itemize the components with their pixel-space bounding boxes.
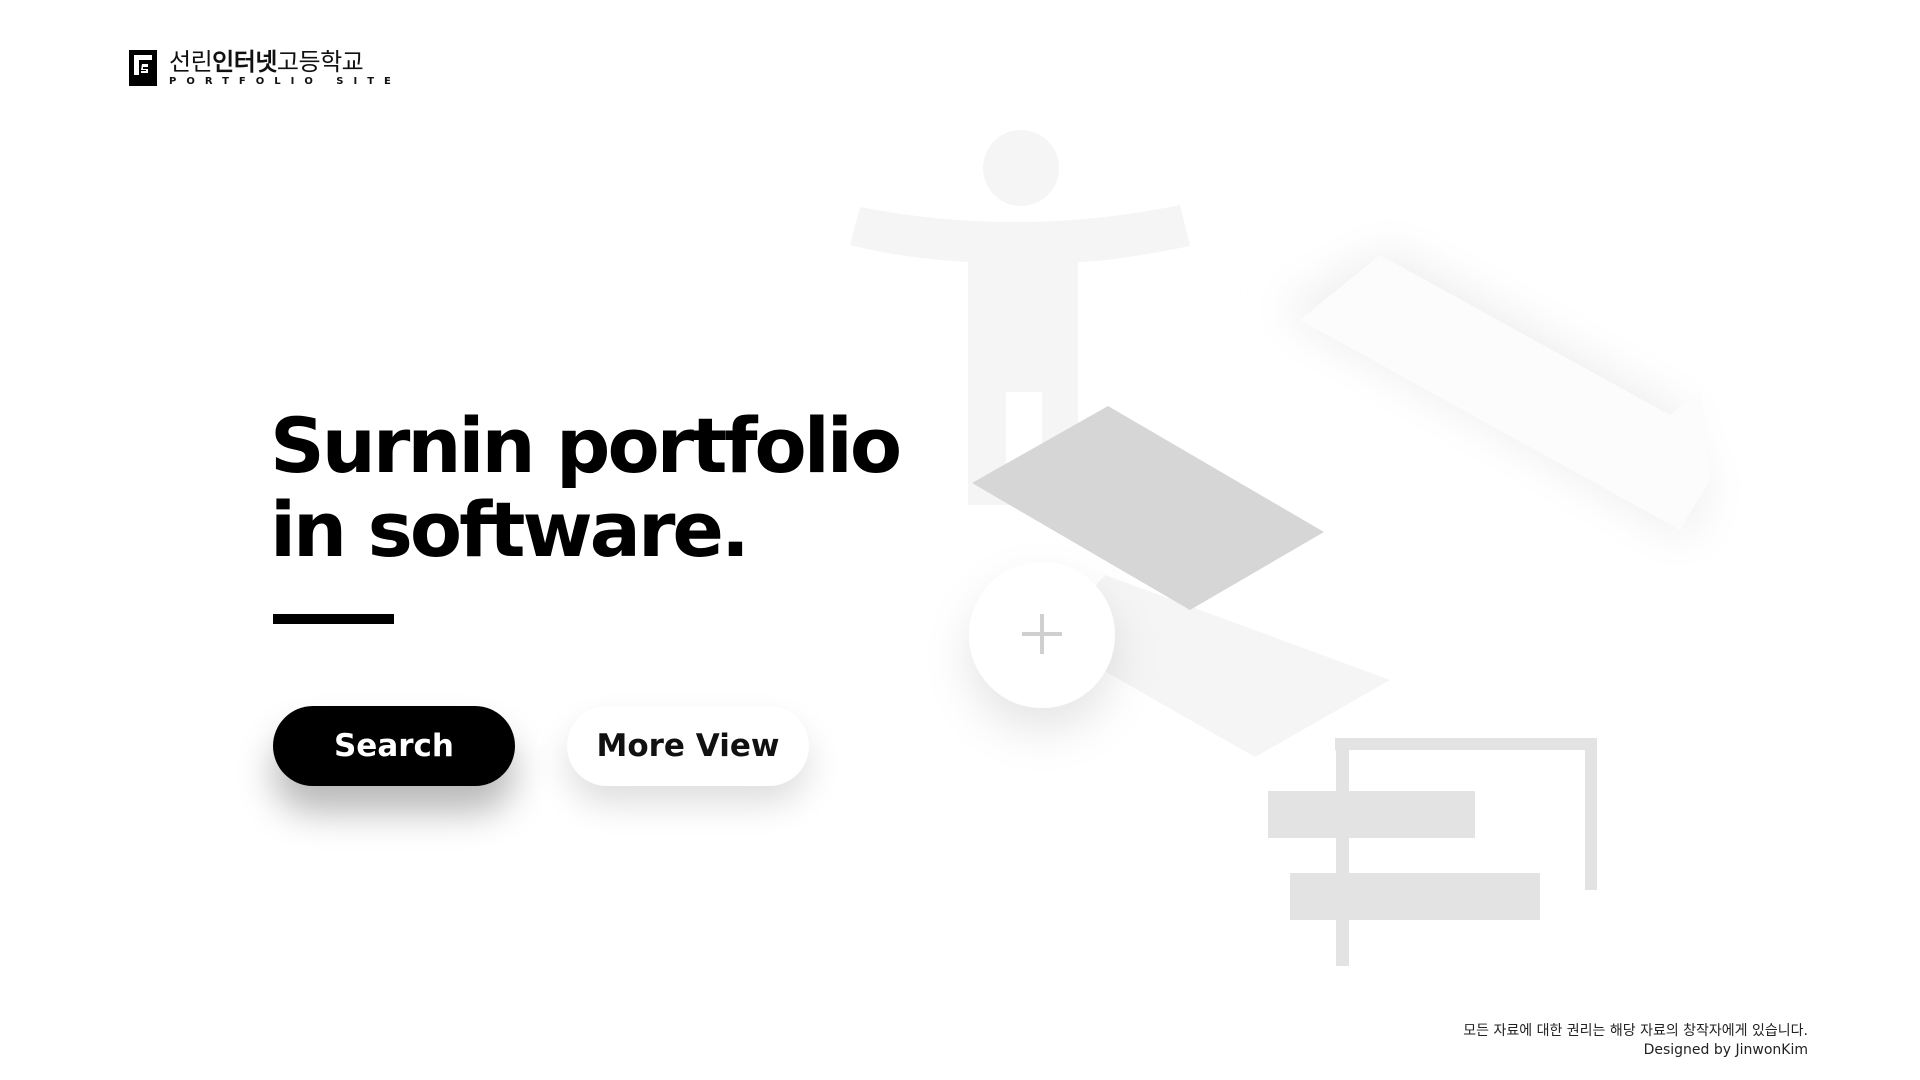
title-divider (273, 614, 394, 624)
stair-shape (1300, 255, 1710, 530)
footer: 모든 자료에 대한 권리는 해당 자료의 창작자에게 있습니다. Designe… (1463, 1022, 1808, 1060)
more-view-button[interactable]: More View (567, 706, 809, 786)
hero-title: Surnin portfolio in software. (270, 401, 902, 574)
hero-title-line-2: in software. (270, 485, 750, 574)
footer-rights-text: 모든 자료에 대한 권리는 해당 자료의 창작자에게 있습니다. (1463, 1023, 1808, 1039)
footer-credit: Designed by JinwonKim (1643, 1042, 1808, 1058)
hero-title-line-1: Surnin portfolio (270, 401, 902, 490)
rack-shape (1268, 738, 1597, 966)
search-button[interactable]: Search (273, 706, 515, 786)
